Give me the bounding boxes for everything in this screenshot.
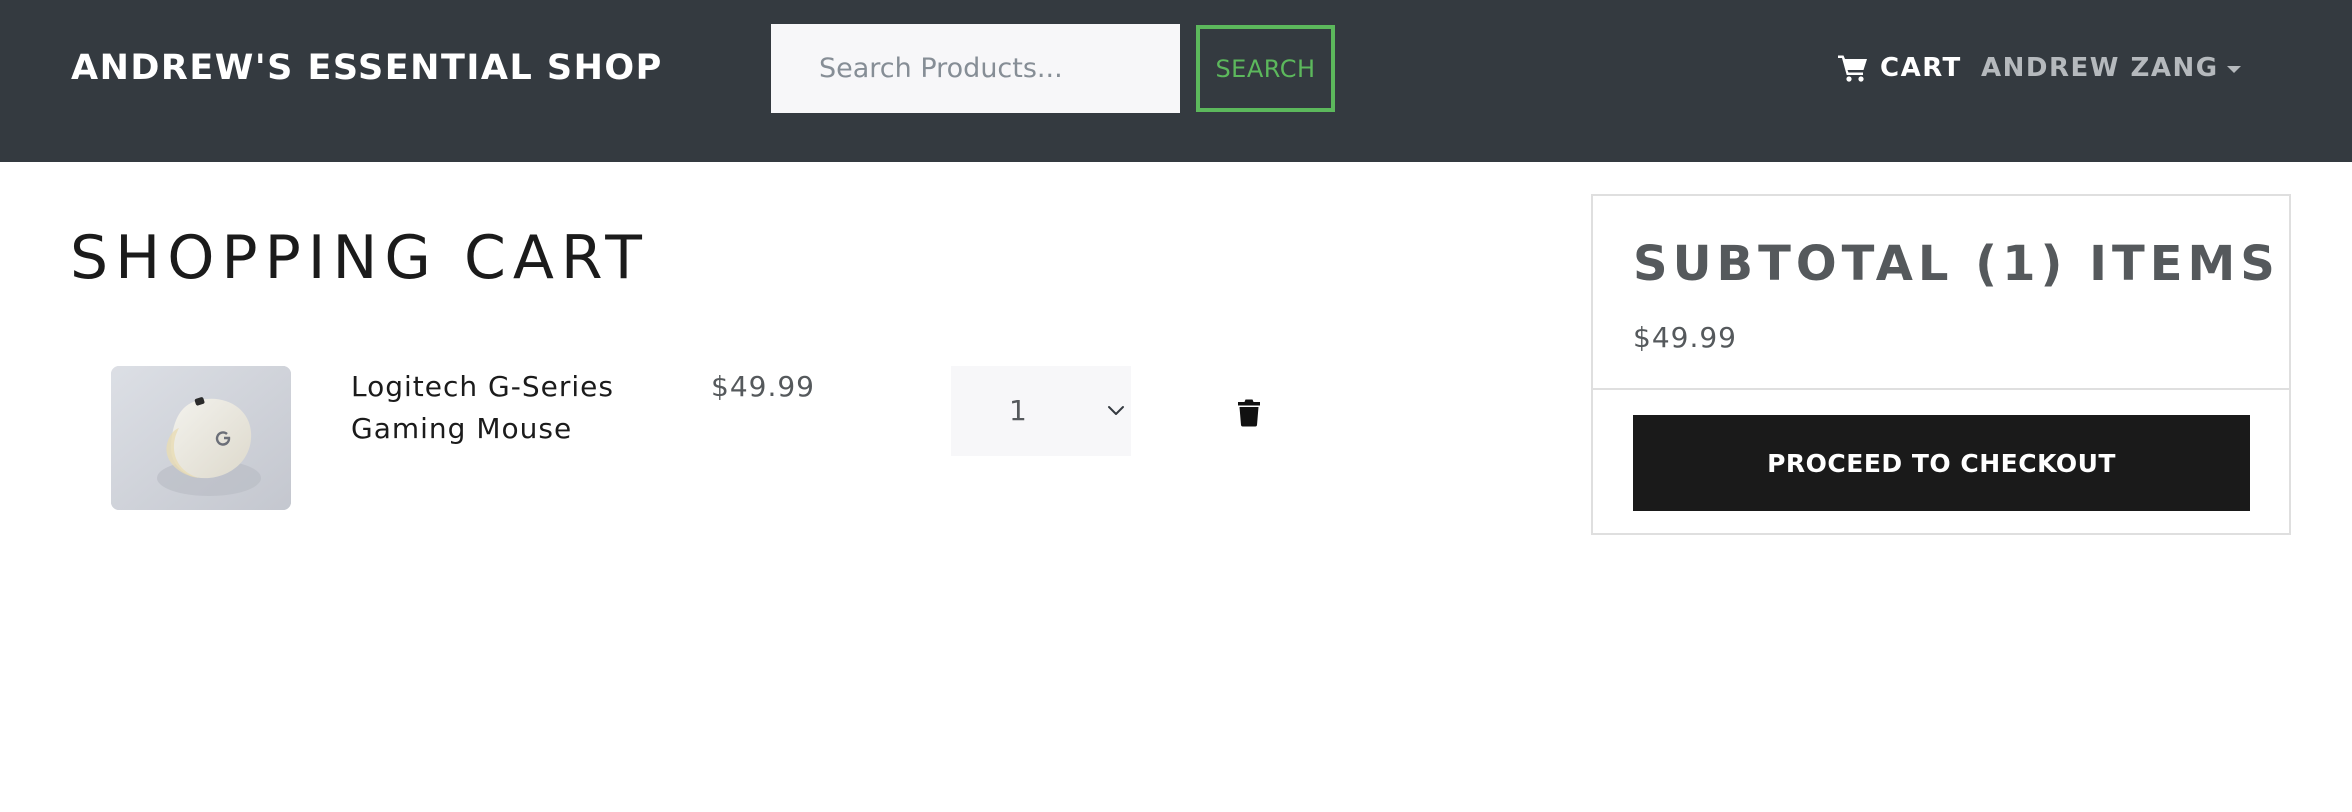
proceed-to-checkout-button[interactable]: PROCEED TO CHECKOUT [1633, 415, 2250, 511]
shopping-cart-icon [1838, 55, 1867, 82]
nav-cart-link[interactable]: CART [1838, 50, 1962, 86]
gaming-mouse-photo [111, 366, 291, 510]
remove-item-button[interactable] [1232, 396, 1266, 430]
product-price: $49.99 [711, 370, 815, 403]
brand-logo[interactable]: ANDREW'S ESSENTIAL SHOP [71, 48, 663, 88]
product-image[interactable] [111, 366, 291, 510]
summary-header: SUBTOTAL (1) ITEMS $49.99 [1593, 196, 2289, 390]
quantity-select[interactable]: 1 [951, 366, 1131, 456]
navbar: ANDREW'S ESSENTIAL SHOP SEARCH CART ANDR… [0, 0, 2352, 162]
search-input[interactable] [771, 24, 1180, 113]
trash-icon [1238, 399, 1260, 427]
order-summary-card: SUBTOTAL (1) ITEMS $49.99 PROCEED TO CHE… [1591, 194, 2291, 535]
chevron-down-icon [1108, 406, 1124, 415]
cart-item-row: Logitech G-Series Gaming Mouse $49.99 1 [0, 366, 1560, 512]
product-name-link[interactable]: Logitech G-Series Gaming Mouse [351, 366, 651, 450]
subtotal-title: SUBTOTAL (1) ITEMS [1633, 236, 2280, 292]
search-button[interactable]: SEARCH [1196, 25, 1335, 112]
subtotal-amount: $49.99 [1633, 321, 1737, 354]
page-title: SHOPPING CART [70, 223, 649, 293]
caret-down-icon [2226, 65, 2241, 73]
quantity-value: 1 [1009, 394, 1027, 427]
nav-cart-label: CART [1880, 53, 1962, 83]
user-name-label: ANDREW ZANG [1981, 53, 2219, 83]
user-menu-dropdown[interactable]: ANDREW ZANG [1981, 50, 2241, 86]
